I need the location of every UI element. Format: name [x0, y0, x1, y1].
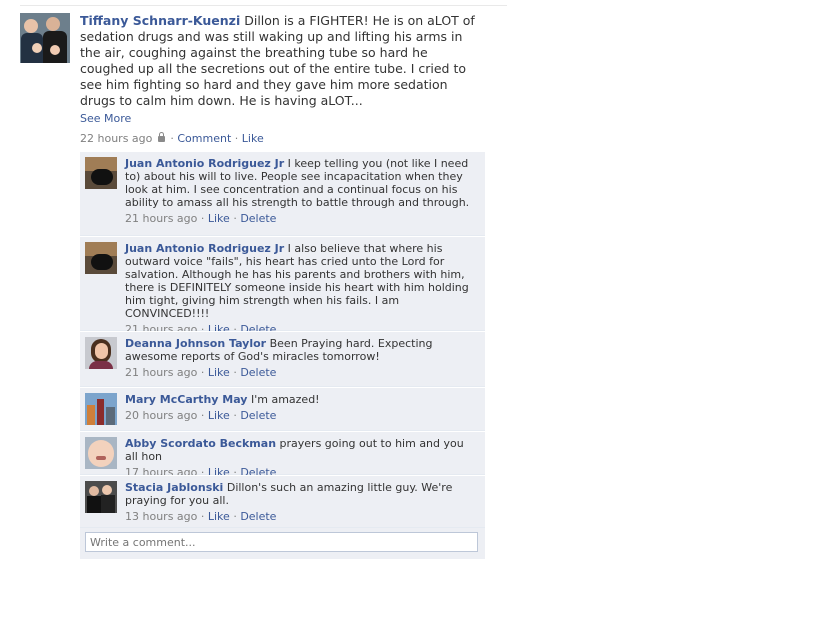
comment-time[interactable]: 13 hours ago	[125, 510, 197, 523]
commenter-name[interactable]: Juan Antonio Rodriguez Jr	[125, 242, 284, 255]
comment-meta: 13 hours ago · Like · Delete	[125, 510, 475, 523]
commenter-name[interactable]: Stacia Jablonski	[125, 481, 223, 494]
comment-like-link[interactable]: Like	[208, 510, 230, 523]
comment-content: Juan Antonio Rodriguez Jr I keep telling…	[125, 157, 475, 225]
comment-time[interactable]: 21 hours ago	[125, 366, 197, 379]
comment-list: Juan Antonio Rodriguez Jr I keep telling…	[80, 151, 485, 559]
like-link[interactable]: Like	[242, 132, 264, 145]
comment-delete-link[interactable]: Delete	[240, 510, 276, 523]
comment-content: Mary McCarthy May I'm amazed! 20 hours a…	[125, 393, 475, 422]
separator: ·	[233, 409, 237, 422]
story-meta: 22 hours ago · Comment · Like	[80, 131, 485, 147]
commenter-avatar[interactable]	[85, 337, 117, 369]
commenter-name[interactable]: Mary McCarthy May	[125, 393, 247, 406]
comment-meta: 21 hours ago · Like · Delete	[125, 212, 475, 225]
separator: ·	[170, 132, 174, 145]
story-author-name[interactable]: Tiffany Schnarr-Kuenzi	[80, 13, 240, 28]
comment-like-link[interactable]: Like	[208, 212, 230, 225]
see-more-link[interactable]: See More	[80, 111, 485, 127]
separator: ·	[200, 409, 205, 422]
commenter-avatar[interactable]	[85, 437, 117, 469]
comment-time[interactable]: 20 hours ago	[125, 409, 197, 422]
separator: ·	[233, 212, 237, 225]
separator: ·	[200, 510, 205, 523]
commenter-avatar[interactable]	[85, 481, 117, 513]
comment-item: Juan Antonio Rodriguez Jr I also believe…	[80, 236, 485, 336]
story-body: Tiffany Schnarr-Kuenzi Dillon is a FIGHT…	[80, 13, 485, 147]
commenter-name[interactable]: Abby Scordato Beckman	[125, 437, 276, 450]
commenter-name[interactable]: Juan Antonio Rodriguez Jr	[125, 157, 284, 170]
separator: ·	[233, 366, 237, 379]
top-divider	[20, 5, 507, 6]
comment-input[interactable]	[85, 532, 478, 552]
comment-text: I'm amazed!	[250, 393, 320, 406]
comment-content: Deanna Johnson Taylor Been Praying hard.…	[125, 337, 475, 379]
comment-item: Mary McCarthy May I'm amazed! 20 hours a…	[80, 387, 485, 431]
lock-icon	[157, 132, 165, 142]
commenter-avatar[interactable]	[85, 157, 117, 189]
comment-time[interactable]: 21 hours ago	[125, 212, 197, 225]
story-time[interactable]: 22 hours ago	[80, 132, 152, 145]
separator: ·	[233, 510, 237, 523]
comment-item: Juan Antonio Rodriguez Jr I keep telling…	[80, 151, 485, 236]
comment-content: Juan Antonio Rodriguez Jr I also believe…	[125, 242, 475, 336]
comment-content: Stacia Jablonski Dillon's such an amazin…	[125, 481, 475, 523]
commenter-avatar[interactable]	[85, 393, 117, 425]
comment-delete-link[interactable]: Delete	[240, 212, 276, 225]
comment-content: Abby Scordato Beckman prayers going out …	[125, 437, 475, 479]
commenter-avatar[interactable]	[85, 242, 117, 274]
comment-item: Deanna Johnson Taylor Been Praying hard.…	[80, 331, 485, 387]
story-message: Tiffany Schnarr-Kuenzi Dillon is a FIGHT…	[80, 13, 485, 109]
comment-like-link[interactable]: Like	[208, 409, 230, 422]
comment-link[interactable]: Comment	[177, 132, 231, 145]
separator: ·	[234, 132, 239, 145]
story-author-avatar[interactable]	[20, 13, 70, 63]
commenter-name[interactable]: Deanna Johnson Taylor	[125, 337, 266, 350]
comment-item: Stacia Jablonski Dillon's such an amazin…	[80, 475, 485, 528]
comment-delete-link[interactable]: Delete	[240, 409, 276, 422]
comment-meta: 20 hours ago · Like · Delete	[125, 409, 475, 422]
comment-delete-link[interactable]: Delete	[240, 366, 276, 379]
comment-meta: 21 hours ago · Like · Delete	[125, 366, 475, 379]
separator: ·	[200, 366, 205, 379]
comment-composer	[80, 528, 485, 559]
comment-like-link[interactable]: Like	[208, 366, 230, 379]
comment-item: Abby Scordato Beckman prayers going out …	[80, 431, 485, 479]
separator: ·	[200, 212, 205, 225]
